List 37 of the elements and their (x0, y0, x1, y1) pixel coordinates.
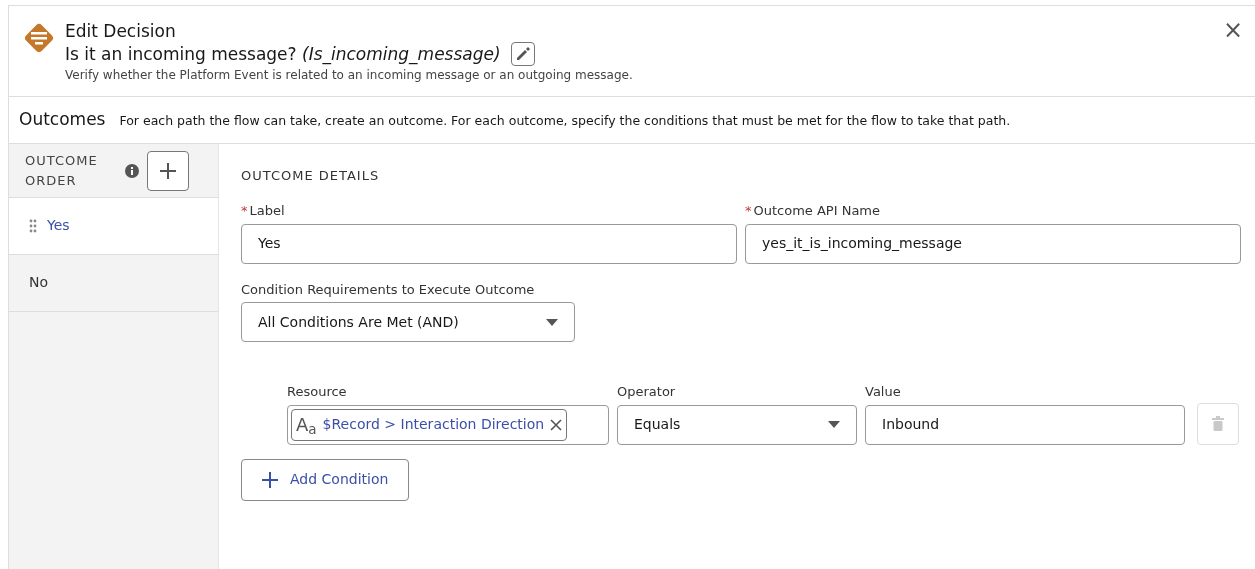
field-label: Outcome API Name (753, 203, 880, 218)
input-field[interactable]: Inbound (865, 404, 1185, 445)
caret-icon (828, 421, 840, 428)
field-label: Condition Requirements to Execute Outcome (241, 280, 536, 299)
caret-icon (546, 318, 558, 326)
input-field[interactable]: Yes (241, 223, 737, 264)
edit-button[interactable] (510, 42, 535, 66)
resource-pill[interactable]: A$_{a}$ $Record > Interaction Direction (291, 408, 568, 441)
required-mark: * (745, 203, 752, 218)
add-condition-button[interactable]: Add Condition (241, 458, 410, 501)
add-outcome-button[interactable] (147, 151, 189, 191)
dialog-title: Edit Decision (65, 20, 177, 42)
decision-description: Verify whether the Platform Event is related to an incoming message or an outgoing message. (65, 67, 633, 84)
section-description: For each path the flow can take, create an outcome. For each outcome, specify the conditions that must be met for the flow to take that path. (119, 112, 1011, 130)
input-field[interactable]: yes_it_is_incoming_message (745, 223, 1241, 264)
sidebar-heading: OUTCOME ORDER (25, 152, 99, 190)
pencil-icon (514, 46, 531, 62)
trash-icon (1211, 416, 1225, 431)
field-label: Resource (287, 383, 348, 401)
outcome-item[interactable]: No (9, 254, 218, 312)
plus-icon (262, 471, 278, 488)
section-title: Outcomes (19, 108, 106, 131)
resource-field[interactable]: A$_{a}$ $Record > Interaction Direction (287, 404, 609, 445)
field-label: Value (865, 383, 902, 401)
remove-icon (550, 418, 563, 431)
field-label: Operator (617, 383, 677, 401)
info-icon (125, 164, 139, 178)
field-label: Label (249, 203, 285, 218)
required-mark: * (241, 203, 248, 218)
decision-label: Is it an incoming message? (Is_incoming_message) (65, 43, 501, 65)
outcome-item[interactable]: Yes (9, 197, 218, 255)
operator-dropdown[interactable]: Equals (617, 404, 857, 445)
requirement-dropdown[interactable]: All Conditions Are Met (AND) (241, 302, 575, 342)
text-type-icon: A$_{a}$ (296, 411, 317, 438)
section-heading: OUTCOME DETAILS (241, 166, 381, 185)
close-button[interactable]: × (1222, 18, 1243, 42)
plus-icon (159, 162, 177, 180)
